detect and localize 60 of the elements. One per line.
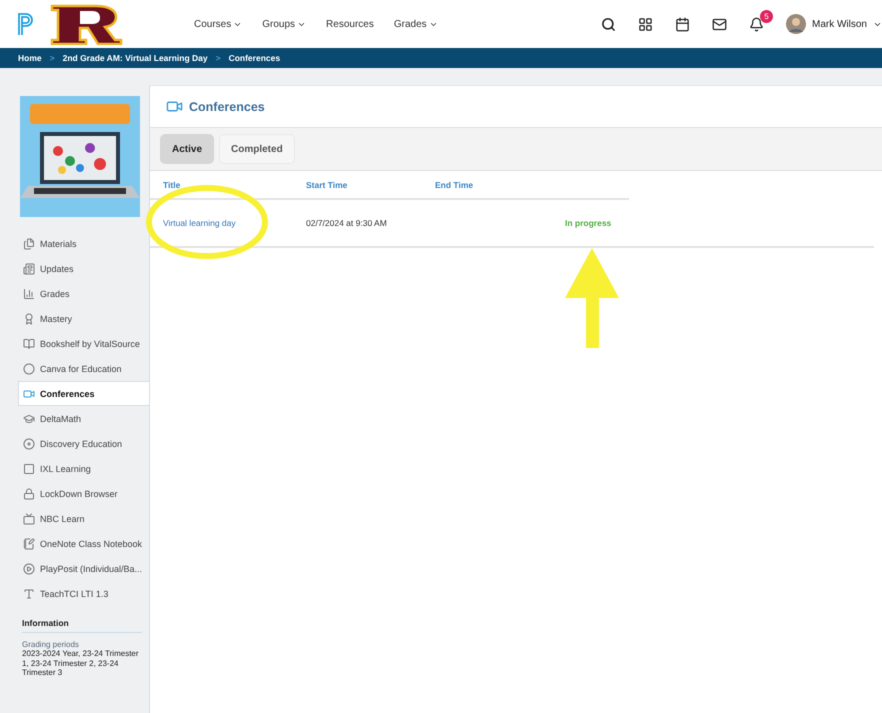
search-icon[interactable] (600, 16, 616, 32)
avatar-icon (786, 14, 806, 34)
nav-link[interactable]: Groups (262, 18, 306, 30)
sidebar-item[interactable]: Grades (18, 281, 149, 306)
page-title: Conferences (189, 100, 265, 114)
nav-link[interactable]: Grades (394, 18, 438, 30)
column-header: End Time (435, 180, 474, 190)
notebook-icon (23, 538, 35, 550)
sidebar-item[interactable]: OneNote Class Notebook (18, 531, 149, 556)
breadcrumb-link[interactable]: 2nd Grade AM: Virtual Learning Day (62, 53, 208, 63)
tv-icon (23, 512, 35, 524)
newspaper-icon (23, 262, 35, 274)
info-value: 2023-2024 Year, 23-24 Trimester 1, 23-24 Trimester 2, 23-24 Trimester 3 (22, 649, 140, 678)
video-chat-icon (23, 388, 35, 400)
breadcrumb-separator: > (216, 53, 221, 63)
sidebar-item[interactable]: Canva for Education (18, 356, 149, 381)
files-icon (23, 238, 35, 250)
book-icon (23, 338, 35, 350)
information-heading: Information (22, 618, 142, 633)
award-icon (23, 312, 35, 324)
sidebar-item[interactable]: Bookshelf by VitalSource (18, 331, 149, 356)
sidebar-item[interactable]: Updates (18, 256, 149, 281)
bar-chart-icon (23, 288, 35, 300)
play-icon (23, 562, 35, 574)
graduation-cap-icon (23, 412, 35, 424)
sidebar-item[interactable]: Mastery (18, 306, 149, 331)
apps-icon[interactable] (638, 16, 653, 32)
table-cell-text: 02/7/2024 at 9:30 AM (306, 218, 388, 228)
breadcrumb-separator: > (50, 53, 55, 63)
sidebar-item[interactable]: DeltaMath (18, 406, 149, 431)
column-header: Start Time (306, 180, 348, 190)
sidebar-item[interactable]: Materials (18, 231, 149, 256)
status-text: In progress (565, 218, 612, 228)
notification-badge: 5 (760, 10, 773, 22)
user-menu[interactable]: Mark Wilson (786, 14, 882, 34)
sidebar-item[interactable]: IXL Learning (18, 456, 149, 481)
breadcrumb-link[interactable]: Conferences (228, 53, 280, 63)
circle-icon (23, 362, 35, 374)
nav-link[interactable]: Courses (194, 18, 242, 30)
sidebar-item[interactable]: Discovery Education (18, 431, 149, 456)
lock-icon (23, 488, 35, 500)
disc-icon (23, 438, 35, 450)
sidebar-item[interactable]: LockDown Browser (18, 481, 149, 506)
type-icon (23, 588, 35, 600)
breadcrumb-link[interactable]: Home (18, 53, 42, 63)
column-header: Title (163, 180, 182, 190)
square-icon (23, 462, 35, 474)
info-label: Grading periods (22, 640, 80, 649)
conference-link[interactable]: Virtual learning day (163, 218, 306, 228)
tab[interactable]: Active (160, 134, 214, 164)
sidebar-item[interactable]: TeachTCI LTI 1.3 (18, 581, 149, 606)
sidebar-item[interactable]: PlayPosit (Individual/Ba... (18, 556, 149, 581)
nav-link[interactable]: Resources (326, 18, 374, 30)
bell-icon[interactable] (748, 16, 764, 32)
calendar-icon[interactable] (674, 16, 690, 32)
p-logo-icon[interactable] (16, 11, 36, 37)
tab[interactable]: Completed (219, 134, 295, 164)
mail-icon[interactable] (712, 16, 727, 32)
sidebar-item[interactable]: NBC Learn (18, 506, 149, 531)
sidebar-item[interactable]: Conferences (18, 381, 149, 406)
